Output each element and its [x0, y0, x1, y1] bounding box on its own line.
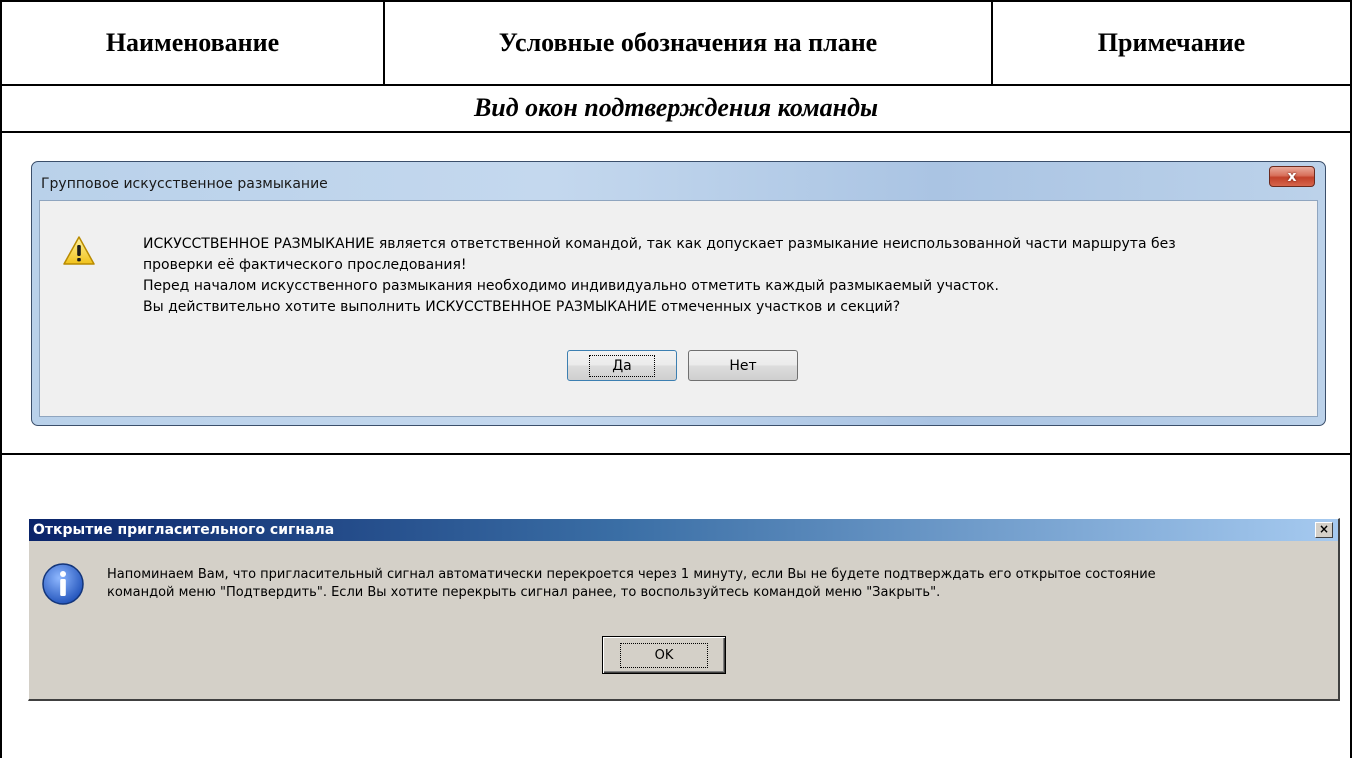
message-line: Напоминаем Вам, что пригласительный сигн…: [107, 567, 1156, 582]
close-button[interactable]: ×: [1315, 522, 1333, 538]
column-header-symbols: Условные обозначения на плане: [498, 27, 878, 57]
message-line: командой меню "Подтвердить". Если Вы хот…: [107, 585, 941, 600]
dialog-title: Групповое искусственное размыкание: [41, 176, 328, 192]
column-header-name: Наименование: [105, 27, 280, 57]
info-icon: [42, 563, 84, 605]
message-line: ИСКУССТВЕННОЕ РАЗМЫКАНИЕ является ответс…: [143, 236, 1176, 252]
ok-button-label: OK: [619, 642, 709, 668]
artificial-release-dialog: Групповое искусственное размыкание x ИСК…: [31, 161, 1326, 426]
section-row-divider: [0, 131, 1352, 133]
dialog-title: Открытие пригласительного сигнала: [33, 522, 335, 538]
section-title: Вид окон подтверждения команды: [473, 93, 879, 122]
dialog-message: ИСКУССТВЕННОЕ РАЗМЫКАНИЕ является ответс…: [143, 234, 1313, 318]
close-button[interactable]: x: [1269, 166, 1315, 187]
yes-button-label: Да: [589, 354, 655, 377]
no-button[interactable]: Нет: [688, 350, 798, 381]
dialog-row-divider: [0, 453, 1352, 455]
invitation-signal-dialog: Открытие пригласительного сигнала × Напо…: [28, 518, 1340, 701]
warning-icon: [63, 236, 95, 265]
message-line: проверки её фактического проследования!: [143, 257, 467, 273]
ok-button[interactable]: OK: [602, 636, 726, 674]
column-header-note: Примечание: [1097, 27, 1246, 57]
message-line: Перед началом искусственного размыкания …: [143, 278, 999, 294]
table-border-right: [1350, 0, 1352, 758]
dialog-message: Напоминаем Вам, что пригласительный сигн…: [107, 566, 1327, 602]
dialog-client-area: ИСКУССТВЕННОЕ РАЗМЫКАНИЕ является ответс…: [39, 200, 1318, 417]
message-line: Вы действительно хотите выполнить ИСКУСС…: [143, 299, 901, 315]
yes-button[interactable]: Да: [567, 350, 677, 381]
dialog-titlebar: Открытие пригласительного сигнала ×: [29, 519, 1338, 541]
